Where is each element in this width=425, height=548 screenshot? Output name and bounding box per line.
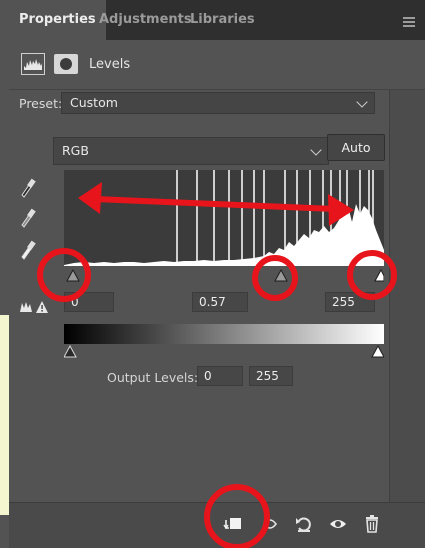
clip-to-layer-icon[interactable] bbox=[222, 513, 244, 535]
layer-mask-icon[interactable] bbox=[54, 54, 78, 74]
input-levels-slider[interactable] bbox=[64, 266, 385, 284]
input-white-field[interactable]: 255 bbox=[325, 292, 375, 312]
channel-value: RGB bbox=[62, 143, 89, 158]
scrollbar-track[interactable] bbox=[389, 90, 425, 502]
gamma-handle bbox=[274, 268, 288, 282]
preset-label: Preset: bbox=[19, 96, 63, 111]
white-point-eyedropper-icon[interactable] bbox=[19, 238, 37, 260]
reset-icon[interactable] bbox=[293, 513, 315, 535]
tab-libraries[interactable]: Libraries bbox=[190, 0, 255, 40]
white-point-handle bbox=[374, 268, 385, 282]
tab-properties[interactable]: Properties bbox=[9, 0, 106, 40]
chevron-down-icon bbox=[356, 96, 368, 108]
preset-dropdown[interactable]: Custom bbox=[61, 92, 375, 114]
panel-footer bbox=[9, 502, 425, 548]
clipping-warning-icon[interactable] bbox=[19, 300, 49, 317]
output-levels-slider[interactable] bbox=[63, 344, 385, 358]
chevron-down-icon bbox=[310, 144, 322, 156]
output-levels-label: Output Levels: bbox=[107, 370, 199, 385]
adjustment-header: Levels bbox=[9, 40, 425, 90]
delete-icon[interactable] bbox=[361, 513, 383, 535]
output-black-field[interactable]: 0 bbox=[197, 366, 243, 386]
levels-adjustment-icon[interactable] bbox=[21, 53, 45, 75]
adjustment-title: Levels bbox=[89, 57, 131, 72]
levels-histogram bbox=[64, 170, 384, 266]
output-white-field[interactable]: 255 bbox=[249, 366, 293, 386]
black-point-eyedropper-icon[interactable] bbox=[19, 176, 37, 198]
black-point-handle bbox=[66, 268, 80, 282]
gray-point-eyedropper-icon[interactable] bbox=[19, 206, 37, 228]
preset-value: Custom bbox=[70, 95, 118, 110]
background-strip bbox=[0, 315, 9, 515]
properties-panel: Properties Adjustments Libraries Levels … bbox=[9, 0, 425, 548]
view-previous-state-icon[interactable] bbox=[259, 513, 281, 535]
panel-tabbar: Properties Adjustments Libraries bbox=[9, 0, 425, 40]
input-gamma-field[interactable]: 0.57 bbox=[192, 292, 248, 312]
auto-button[interactable]: Auto bbox=[327, 134, 385, 161]
tab-adjustments[interactable]: Adjustments bbox=[99, 0, 192, 40]
channel-dropdown[interactable]: RGB bbox=[53, 137, 329, 165]
panel-menu-icon[interactable] bbox=[403, 17, 415, 27]
input-black-field[interactable]: 0 bbox=[64, 292, 114, 312]
output-gradient bbox=[64, 324, 384, 344]
visibility-eye-icon[interactable] bbox=[327, 513, 349, 535]
